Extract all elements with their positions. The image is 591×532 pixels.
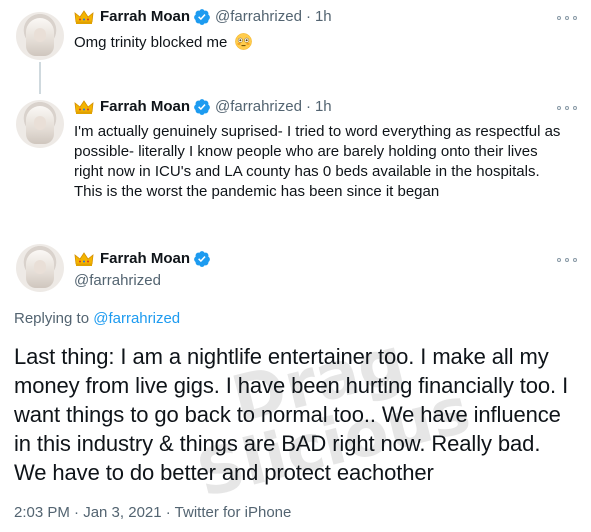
user-handle[interactable]: @farrahrized [74,271,161,291]
replying-to-link[interactable]: @farrahrized [93,310,180,327]
more-options-icon[interactable] [557,252,577,268]
verified-badge-icon [194,9,210,25]
crown-emoji-icon [74,100,94,114]
tweet-header: Farrah Moan @farrahrized · 1h [74,7,332,27]
display-name[interactable]: Farrah Moan [100,249,190,269]
display-name[interactable]: Farrah Moan [100,97,190,117]
main-tweet-text-line: want things to go back to normal too.. W… [14,402,561,427]
avatar[interactable] [16,244,64,292]
user-handle[interactable]: @farrahrized [215,97,302,117]
main-tweet-text-line: money from live gigs. I have been hurtin… [14,373,569,398]
main-tweet-text: Last thing: I am a nightlife entertainer… [14,342,584,487]
replying-to: Replying to @farrahrized [14,310,180,327]
more-options-icon[interactable] [557,10,577,26]
tweet-text-line: I'm actually genuinely suprised- I tried… [74,123,561,140]
separator: · [305,98,311,115]
verified-badge-icon [194,251,210,267]
avatar[interactable] [16,12,64,60]
user-handle[interactable]: @farrahrized [215,7,302,27]
tweet-thread: Farrah Moan @farrahrized · 1h Omg trinit… [0,0,591,532]
tweet-text-line: right now in ICU's and LA county has 0 b… [74,163,540,180]
tweet-text: I'm actually genuinely suprised- I tried… [74,122,584,202]
tweet-text-line: possible- literally I know people who ar… [74,143,538,160]
tweet-header: Farrah Moan [74,249,211,269]
crown-emoji-icon [74,10,94,24]
tweet-text: Omg trinity blocked me [74,33,252,53]
more-options-icon[interactable] [557,100,577,116]
replying-to-label: Replying to [14,310,90,327]
crown-emoji-icon [74,252,94,266]
tweet-time[interactable]: 1h [315,7,332,27]
verified-badge-icon [194,99,210,115]
separator: · [305,8,311,25]
main-tweet-handle-row: @farrahrized [74,271,161,291]
display-name[interactable]: Farrah Moan [100,7,190,27]
tweet-header: Farrah Moan @farrahrized · 1h [74,97,332,117]
main-tweet-text-line: Last thing: I am a nightlife entertainer… [14,344,549,369]
main-tweet-text-line: in this industry & things are BAD right … [14,431,541,456]
tweet-timestamp[interactable]: 2:03 PM · Jan 3, 2021 · Twitter for iPho… [14,504,291,521]
main-tweet-text-line: We have to do better and protect eachoth… [14,460,434,485]
tweet-time[interactable]: 1h [315,97,332,117]
avatar[interactable] [16,100,64,148]
tweet-text-line: This is the worst the pandemic has been … [74,183,440,200]
tweet-text-content: Omg trinity blocked me [74,34,228,51]
flushed-face-emoji-icon [234,33,252,50]
thread-connector [39,62,41,94]
